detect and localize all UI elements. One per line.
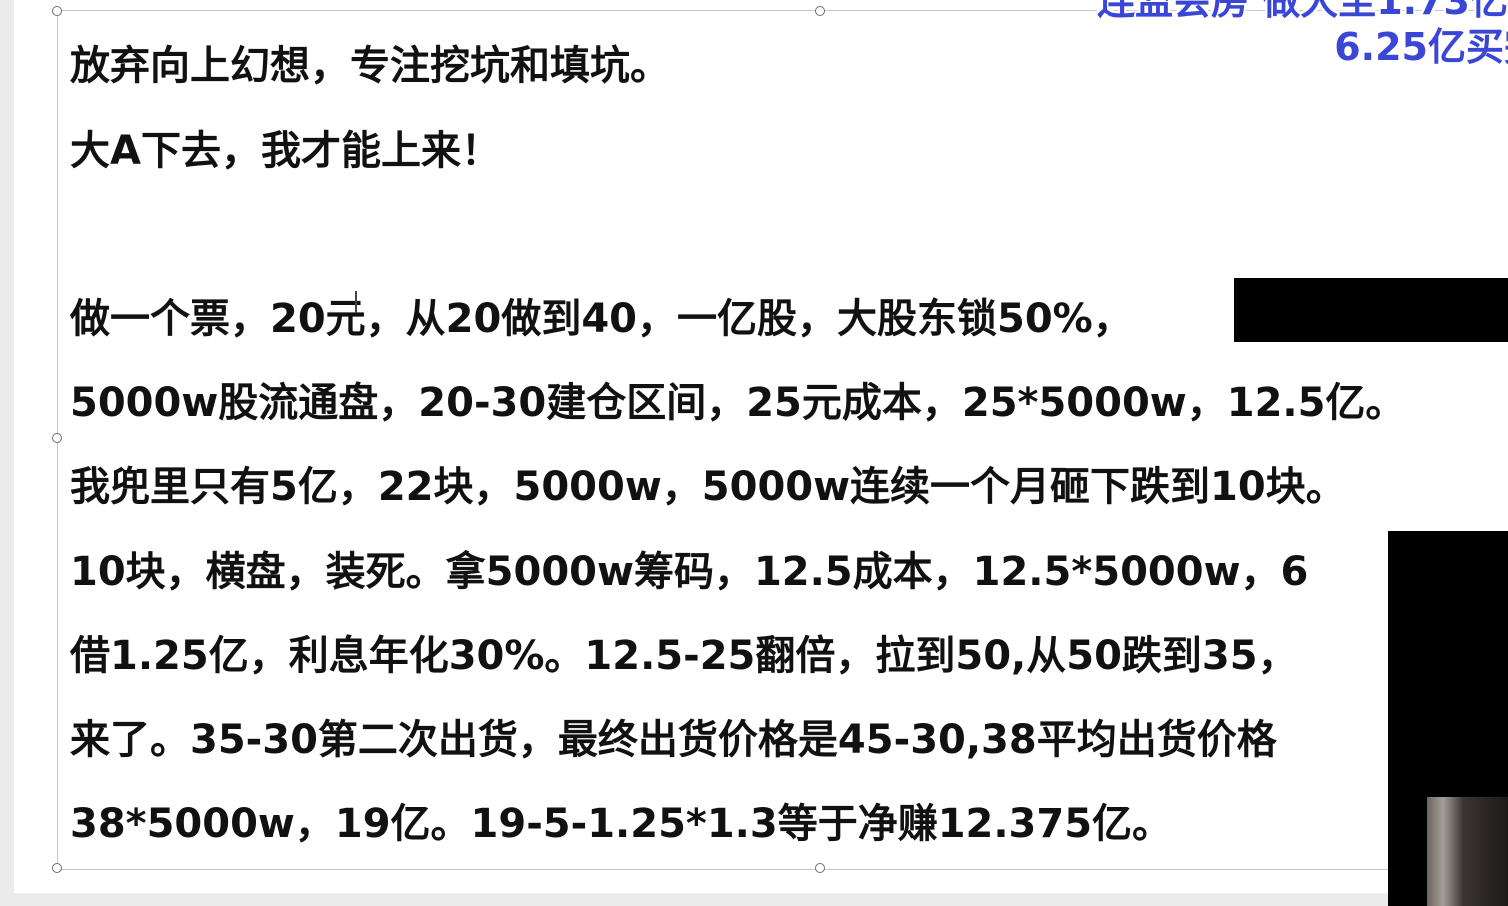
text-line-2: 大A下去，我才能上来！	[70, 128, 501, 174]
text-line-8: 借1.25亿，利息年化30%。12.5-25翻倍，拉到50,从50跌到35，	[70, 633, 1298, 679]
resize-handle-middle-left[interactable]	[52, 433, 62, 443]
text-line-1: 放弃向上幻想，专注挖坑和填坑。	[70, 43, 670, 89]
redaction-block-top	[1234, 278, 1508, 342]
text-line-10: 38*5000w，19亿。19-5-1.25*1.3等于净赚12.375亿。	[70, 801, 1173, 847]
video-thumbnail	[1427, 797, 1508, 906]
text-line-4: 做一个票，20元，从20做到40，一亿股，大股东锁50%，	[70, 296, 1133, 342]
overlay-caption-line-2: 6.25亿买完	[1334, 25, 1508, 69]
text-line-7: 10块，横盘，装死。拿5000w筹码，12.5成本，12.5*5000w，6	[70, 549, 1309, 595]
overlay-caption-line-1: 连监会房 做大至1.73亿	[1097, 0, 1508, 23]
text-line-5: 5000w股流通盘，20-30建仓区间，25元成本，25*5000w，12.5亿…	[70, 380, 1406, 426]
text-line-9: 来了。35-30第二次出货，最终出货价格是45-30,38平均出货价格	[70, 717, 1277, 763]
resize-handle-top-left[interactable]	[52, 6, 62, 16]
text-line-6: 我兜里只有5亿，22块，5000w，5000w连续一个月砸下跌到10块。	[70, 464, 1346, 510]
text-cursor-icon	[355, 291, 357, 313]
resize-handle-bottom-center[interactable]	[815, 863, 825, 873]
overlay-caption: 连监会房 做大至1.73亿 6.25亿买完	[1097, 0, 1508, 70]
resize-handle-top-center[interactable]	[815, 6, 825, 16]
resize-handle-bottom-left[interactable]	[52, 863, 62, 873]
